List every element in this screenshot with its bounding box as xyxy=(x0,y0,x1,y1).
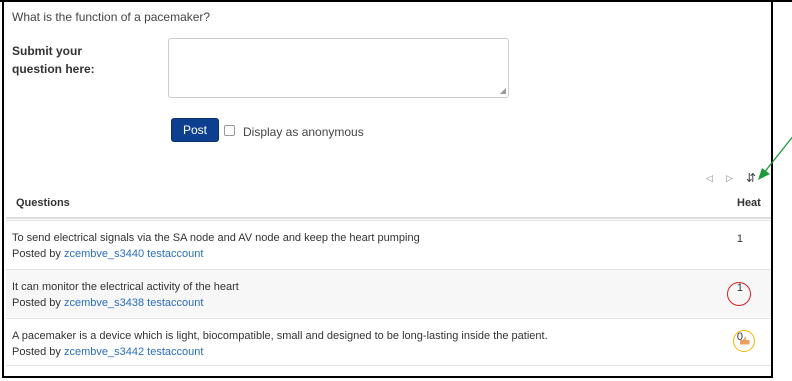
heat-column-header: Heat xyxy=(737,197,761,209)
author-link[interactable]: zcembve_s3442 testaccount xyxy=(64,346,203,358)
header-divider xyxy=(6,217,771,219)
answer-text: To send electrical signals via the SA no… xyxy=(12,232,420,244)
thumbs-up-icon[interactable] xyxy=(739,336,751,346)
question-prompt: What is the function of a pacemaker? xyxy=(12,10,211,24)
question-textarea[interactable]: ◢ xyxy=(168,38,509,98)
answer-text: A pacemaker is a device which is light, … xyxy=(12,330,548,342)
posted-by: Posted by zcembve_s3440 testaccount xyxy=(12,248,203,260)
table-row: A pacemaker is a device which is light, … xyxy=(6,318,771,366)
submit-label-line-1: Submit your xyxy=(12,44,83,58)
submit-question-label: Submit your question here: xyxy=(12,42,142,78)
questions-column-header: Questions xyxy=(16,197,70,209)
table-row: To send electrical signals via the SA no… xyxy=(6,220,771,268)
author-link[interactable]: zcembve_s3438 testaccount xyxy=(64,297,203,309)
anonymous-label: Display as anonymous xyxy=(243,125,364,139)
resize-grip-icon[interactable]: ◢ xyxy=(500,86,506,95)
table-row: It can monitor the electrical activity o… xyxy=(6,269,771,317)
author-link[interactable]: zcembve_s3440 testaccount xyxy=(64,248,203,260)
submit-label-line-2: question here: xyxy=(12,62,95,76)
refresh-icon[interactable]: ⇵ xyxy=(746,171,756,185)
prev-page-icon[interactable]: ◁ xyxy=(706,173,713,184)
post-button[interactable]: Post xyxy=(171,118,219,142)
annotation-arrow xyxy=(758,136,792,180)
posted-by-prefix: Posted by xyxy=(12,248,64,260)
posted-by: Posted by zcembve_s3438 testaccount xyxy=(12,297,203,309)
posted-by: Posted by zcembve_s3442 testaccount xyxy=(12,346,203,358)
answer-text: It can monitor the electrical activity o… xyxy=(12,281,239,293)
next-page-icon[interactable]: ▷ xyxy=(726,173,733,184)
anonymous-checkbox[interactable] xyxy=(224,125,235,136)
posted-by-prefix: Posted by xyxy=(12,346,64,358)
red-annotation-circle xyxy=(727,282,751,306)
heat-value: 1 xyxy=(736,233,743,245)
posted-by-prefix: Posted by xyxy=(12,297,64,309)
